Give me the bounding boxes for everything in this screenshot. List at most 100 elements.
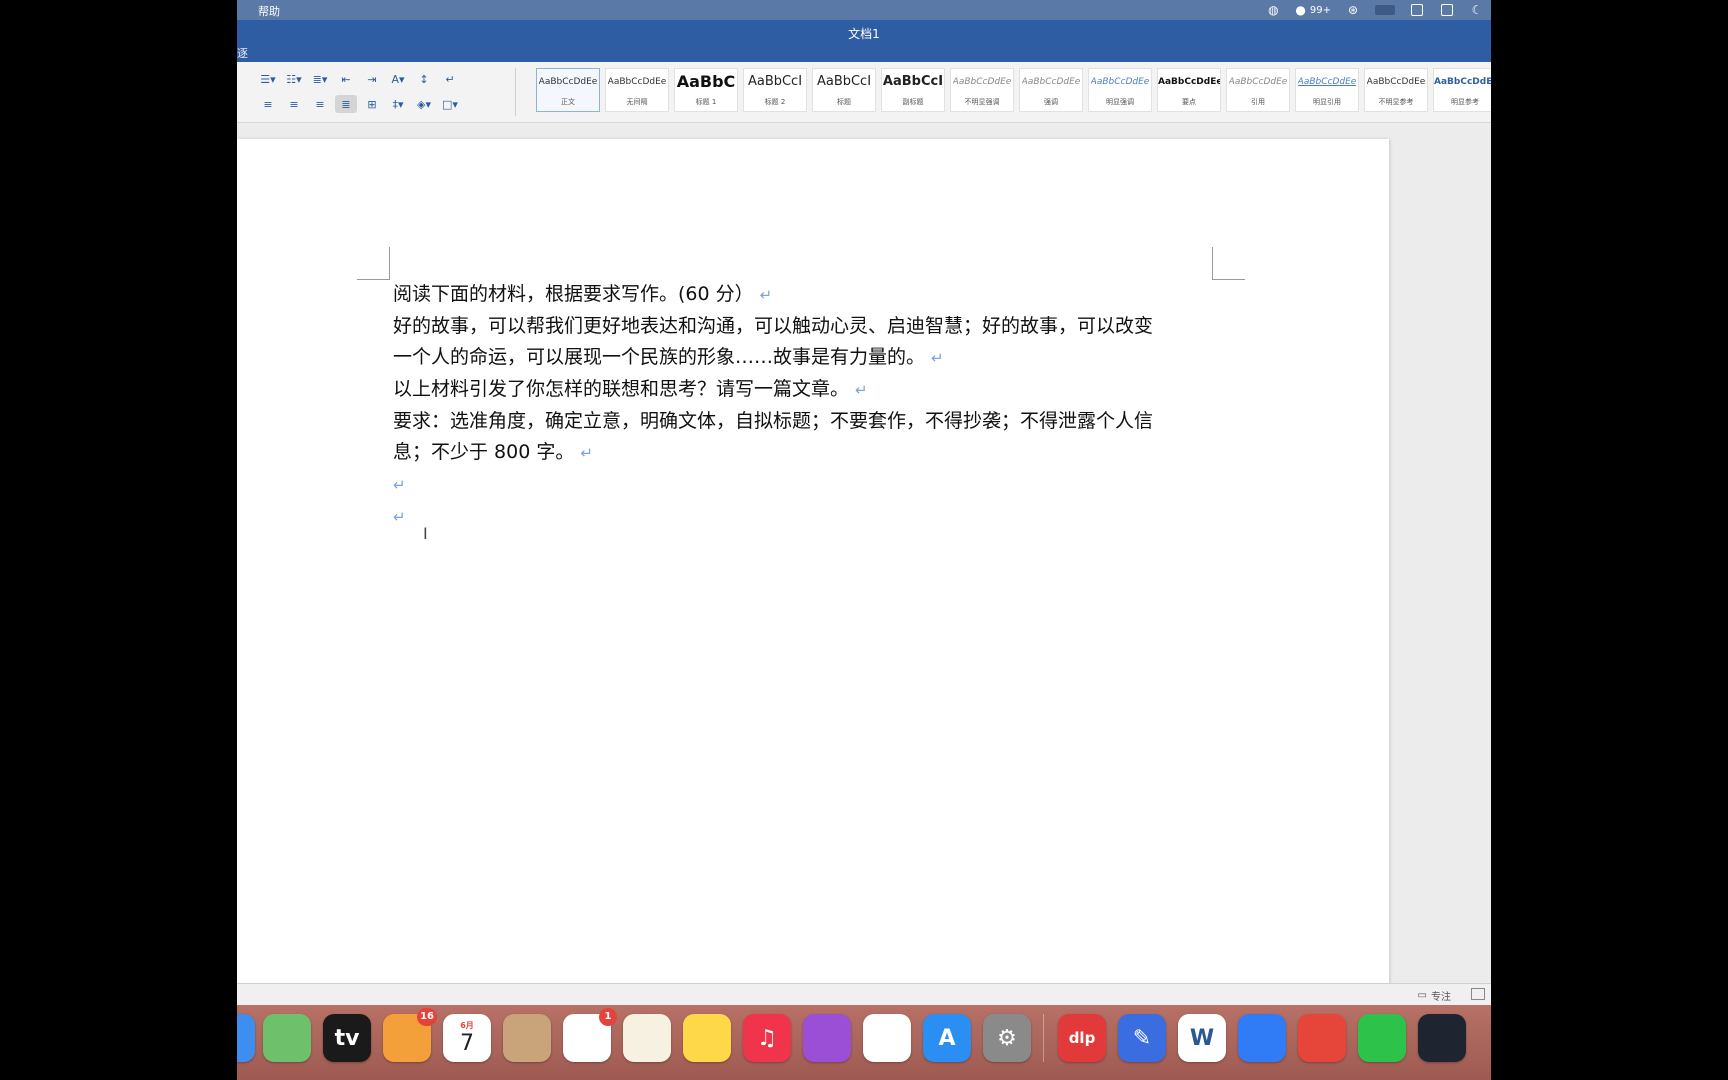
style-name: 无间隔 [626, 98, 648, 106]
apple-tv-glyph: tv [334, 1025, 360, 1051]
align-right-icon[interactable]: ≡ [309, 95, 331, 113]
obs-icon[interactable] [1418, 1014, 1466, 1062]
print-layout-view-icon[interactable] [1471, 988, 1485, 1000]
control-center-icon[interactable] [1439, 3, 1455, 17]
feishu-icon[interactable] [1238, 1014, 1286, 1062]
style-sample: AaBbC [676, 72, 736, 91]
margin-corner-top-left [357, 247, 390, 280]
microsoft-word-icon[interactable]: W [1178, 1014, 1226, 1062]
sort-icon[interactable]: ↕ [413, 70, 435, 88]
status-area: ◍ ● 99+ ⊛ ☾ [1265, 1, 1485, 19]
calendar-icon[interactable]: 6月 7 [443, 1014, 491, 1062]
wechat-icon[interactable] [1358, 1014, 1406, 1062]
paragraph-requirements-line-1[interactable]: 要求：选准角度，确定立意，明确文体，自拟标题；不要套作，不得抄袭；不得泄露个人信 [393, 406, 1223, 437]
style-8[interactable]: AaBbCcDdEe 强调 [1019, 68, 1083, 112]
wechat-status-icon[interactable]: ● 99+ [1295, 3, 1331, 17]
vpn-icon[interactable]: ◍ [1265, 3, 1281, 17]
increase-indent-icon[interactable]: ⇥ [361, 70, 383, 88]
style-name: 正文 [561, 98, 575, 106]
moon-icon[interactable]: ☾ [1469, 3, 1485, 17]
text-direction-icon[interactable]: A▾ [387, 70, 409, 88]
empty-paragraph[interactable]: ↵ [393, 501, 1223, 533]
document-page[interactable]: 阅读下面的材料，根据要求写作。(60 分） ↵ 好的故事，可以帮我们更好地表达和沟… [237, 139, 1389, 989]
style-7[interactable]: AaBbCcDdEe 不明显强调 [950, 68, 1014, 112]
text-cursor-icon: I [423, 524, 428, 543]
style-name: 不明显参考 [1378, 98, 1414, 106]
style-sample: AaBbCcDdEe [1434, 77, 1491, 87]
pencil-app-icon[interactable]: ✎ [1118, 1014, 1166, 1062]
reminders-icon[interactable]: 1 [563, 1008, 617, 1062]
numbers-icon[interactable] [863, 1014, 911, 1062]
xmind-icon[interactable] [1298, 1014, 1346, 1062]
account-icon[interactable]: ⊛ [1345, 3, 1361, 17]
document-canvas: 阅读下面的材料，根据要求写作。(60 分） ↵ 好的故事，可以帮我们更好地表达和沟… [237, 123, 1491, 989]
distributed-icon[interactable]: ⊞ [361, 95, 383, 113]
style-4[interactable]: AaBbCcI 标题 2 [743, 68, 807, 112]
paragraph-material-line-1[interactable]: 好的故事，可以帮我们更好地表达和沟通，可以触动心灵、启迪智慧；好的故事，可以改变 [393, 311, 1223, 342]
style-12[interactable]: AaBbCcDdEe 明显引用 [1295, 68, 1359, 112]
style-sample: AaBbCcDdEe [1090, 77, 1150, 87]
pages-icon[interactable] [623, 1014, 671, 1062]
paragraph-mark: ↵ [759, 286, 773, 304]
menu-bar: 帮助 ◍ ● 99+ ⊛ ☾ [237, 0, 1491, 20]
style-1[interactable]: AaBbCcDdEe 正文 [536, 68, 600, 112]
empty-paragraph[interactable]: ↵ [393, 469, 1223, 501]
focus-icon: ▭ [1417, 990, 1427, 1001]
align-left-icon[interactable]: ≡ [257, 95, 279, 113]
style-name: 标题 [837, 98, 851, 106]
photos-icon[interactable]: 16 [383, 1008, 437, 1062]
maps-icon[interactable] [263, 1014, 311, 1062]
paragraph-requirements-line-2[interactable]: 息；不少于 800 字。 ↵ [393, 437, 1223, 469]
title-bar: 文档1 逐 [237, 20, 1491, 62]
shading-icon[interactable]: ◈▾ [413, 95, 435, 113]
microsoft-word-glyph: W [1189, 1025, 1215, 1051]
battery-icon[interactable] [1375, 5, 1395, 15]
podcasts-icon[interactable] [803, 1014, 851, 1062]
style-10[interactable]: AaBbCcDdEe 要点 [1157, 68, 1221, 112]
numbered-list-icon[interactable]: ☷▾ [283, 70, 305, 88]
style-6[interactable]: AaBbCcI 副标题 [881, 68, 945, 112]
paragraph-mark: ↵ [931, 349, 944, 367]
bullet-list-icon[interactable]: ☰▾ [257, 70, 279, 88]
paragraph-prompt[interactable]: 阅读下面的材料，根据要求写作。(60 分） ↵ [393, 279, 1223, 311]
system-settings-icon[interactable]: ⚙ [983, 1014, 1031, 1062]
music-glyph: ♫ [757, 1025, 777, 1051]
document-body[interactable]: 阅读下面的材料，根据要求写作。(60 分） ↵ 好的故事，可以帮我们更好地表达和沟… [393, 279, 1223, 533]
apple-tv-icon[interactable]: tv [323, 1014, 371, 1062]
app-store-icon[interactable]: A [923, 1014, 971, 1062]
style-sample: AaBbCcDdEe [1297, 77, 1357, 87]
style-3[interactable]: AaBbC 标题 1 [674, 68, 738, 112]
justify-icon[interactable]: ≣ [335, 95, 357, 113]
paragraph-question[interactable]: 以上材料引发了你怎样的联想和思考？请写一篇文章。 ↵ [393, 374, 1223, 406]
style-13[interactable]: AaBbCcDdEe 不明显参考 [1364, 68, 1428, 112]
align-center-icon[interactable]: ≡ [283, 95, 305, 113]
style-2[interactable]: AaBbCcDdEe 无间隔 [605, 68, 669, 112]
decrease-indent-icon[interactable]: ⇤ [335, 70, 357, 88]
style-11[interactable]: AaBbCcDdEe 引用 [1226, 68, 1290, 112]
borders-icon[interactable]: □▾ [439, 95, 461, 113]
screenshot-icon[interactable] [1409, 3, 1425, 17]
dock-items: tv 16 6月 7 1 ♫ A ⚙ dlp ✎ W [237, 1008, 1478, 1062]
document-title: 文档1 [848, 27, 880, 41]
style-5[interactable]: AaBbCcI 标题 [812, 68, 876, 112]
style-14[interactable]: AaBbCcDdEe 明显参考 [1433, 68, 1491, 112]
style-sample: AaBbCcDdEe [538, 77, 598, 87]
dlp-app-icon[interactable]: dlp [1058, 1014, 1106, 1062]
line-spacing-icon[interactable]: ‡▾ [387, 95, 409, 113]
focus-mode-button[interactable]: ▭ 专注 [1418, 988, 1451, 1003]
paragraph-tools-row-1: ☰▾ ☷▾ ≣▾ ⇤ ⇥ A▾ ↕ ↵ [257, 70, 461, 88]
paragraph-mark: ↵ [580, 444, 593, 462]
focus-label: 专注 [1431, 992, 1451, 1003]
style-sample: AaBbCcI [882, 74, 944, 89]
show-formatting-icon[interactable]: ↵ [439, 70, 461, 88]
multilevel-list-icon[interactable]: ≣▾ [309, 70, 331, 88]
contacts-icon[interactable] [503, 1014, 551, 1062]
finder-icon[interactable] [237, 1014, 255, 1062]
ribbon-tab-fragment[interactable]: 逐 [237, 45, 248, 61]
menu-help[interactable]: 帮助 [258, 3, 280, 19]
notes-icon[interactable] [683, 1014, 731, 1062]
ribbon-divider [515, 68, 516, 116]
style-9[interactable]: AaBbCcDdEe 明显强调 [1088, 68, 1152, 112]
paragraph-material-line-2[interactable]: 一个人的命运，可以展现一个民族的形象……故事是有力量的。 ↵ [393, 342, 1223, 374]
music-icon[interactable]: ♫ [743, 1014, 791, 1062]
